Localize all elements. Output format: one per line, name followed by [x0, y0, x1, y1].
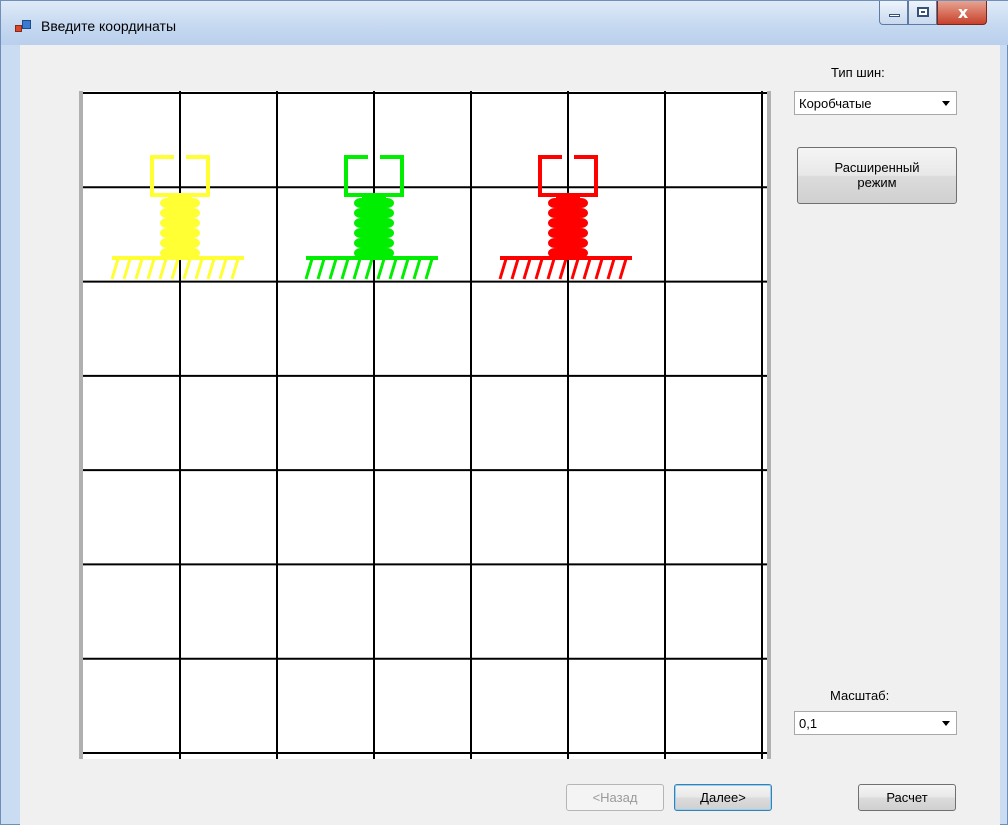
chevron-down-icon: [942, 101, 950, 106]
support-green-part: [328, 258, 338, 280]
support-red-part: [574, 198, 588, 208]
support-red-part: [548, 218, 562, 228]
support-green-part: [380, 228, 394, 238]
app-icon: [15, 20, 31, 34]
support-yellow-part: [146, 258, 156, 280]
support-green-part: [380, 218, 394, 228]
tire-type-select[interactable]: Коробчатые: [794, 91, 957, 115]
support-yellow-part: [160, 218, 174, 228]
support-red-part: [548, 238, 562, 248]
support-green-part: [412, 258, 422, 280]
extended-mode-line1: Расширенный: [834, 160, 920, 175]
tire-type-label: Тип шин:: [831, 65, 885, 80]
support-red-part: [548, 228, 562, 238]
minimize-button[interactable]: [879, 1, 908, 25]
maximize-icon: [917, 7, 929, 17]
support-green-part: [380, 198, 394, 208]
support-yellow-part: [206, 258, 216, 280]
support-red-part: [548, 208, 562, 218]
support-yellow-part: [160, 228, 174, 238]
support-green-part: [376, 258, 386, 280]
support-yellow-part: [160, 208, 174, 218]
support-yellow-part: [186, 198, 200, 208]
support-green-part: [380, 238, 394, 248]
support-green-part: [354, 228, 368, 238]
support-yellow[interactable]: [110, 155, 244, 280]
support-red-part: [534, 258, 544, 280]
support-yellow-part: [186, 208, 200, 218]
support-red-part: [558, 258, 568, 280]
support-green-part: [316, 258, 326, 280]
scale-value: 0,1: [799, 716, 818, 731]
support-yellow-part: [218, 258, 228, 280]
support-red-part: [570, 258, 580, 280]
calculate-button[interactable]: Расчет: [858, 784, 956, 811]
app-window: Введите координаты x Тип шин: Коробчатые…: [0, 0, 1008, 825]
support-red-part: [574, 228, 588, 238]
support-red-part: [618, 258, 628, 280]
support-yellow-part: [160, 238, 174, 248]
support-green-part: [354, 198, 368, 208]
support-red-part: [498, 258, 508, 280]
support-red-part: [574, 218, 588, 228]
support-red-part: [606, 258, 616, 280]
chevron-down-icon: [942, 721, 950, 726]
support-yellow-part: [230, 258, 240, 280]
support-red-part: [510, 258, 520, 280]
support-green-part: [304, 258, 314, 280]
canvas-svg: [83, 91, 767, 759]
tire-type-value: Коробчатые: [799, 96, 872, 111]
support-red-part: [522, 258, 532, 280]
support-red-part: [582, 258, 592, 280]
support-yellow-part: [160, 198, 174, 208]
support-yellow-part: [186, 218, 200, 228]
support-green-part: [364, 258, 374, 280]
support-red-part: [574, 208, 588, 218]
close-button[interactable]: x: [937, 1, 987, 25]
title-bar[interactable]: Введите координаты x: [1, 1, 1008, 45]
support-green-part: [400, 258, 410, 280]
support-yellow-part: [182, 258, 192, 280]
support-yellow-part: [186, 238, 200, 248]
support-red-part: [574, 238, 588, 248]
support-green[interactable]: [304, 155, 438, 280]
support-green-part: [388, 258, 398, 280]
minimize-icon: [889, 14, 900, 17]
window-title: Введите координаты: [41, 18, 177, 34]
drawing-canvas[interactable]: [79, 91, 771, 759]
back-button[interactable]: <Назад: [566, 784, 664, 811]
support-red-part: [546, 258, 556, 280]
support-yellow-part: [110, 258, 120, 280]
support-yellow-part: [186, 228, 200, 238]
scale-select[interactable]: 0,1: [794, 711, 957, 735]
support-red-part: [594, 258, 604, 280]
support-yellow-part: [194, 258, 204, 280]
support-green-part: [354, 238, 368, 248]
support-green-part: [340, 258, 350, 280]
extended-mode-line2: режим: [857, 175, 897, 190]
support-yellow-part: [170, 258, 180, 280]
support-green-part: [424, 258, 434, 280]
support-red-part: [548, 198, 562, 208]
support-green-part: [354, 218, 368, 228]
support-red[interactable]: [498, 155, 632, 280]
extended-mode-button[interactable]: Расширенный режим: [797, 147, 957, 204]
next-button[interactable]: Далее>: [674, 784, 772, 811]
support-yellow-part: [158, 258, 168, 280]
support-green-part: [352, 258, 362, 280]
support-yellow-part: [134, 258, 144, 280]
close-icon: x: [957, 3, 969, 22]
support-green-part: [380, 208, 394, 218]
maximize-button[interactable]: [908, 1, 937, 25]
scale-label: Масштаб:: [830, 688, 890, 703]
support-green-part: [354, 208, 368, 218]
support-yellow-part: [122, 258, 132, 280]
